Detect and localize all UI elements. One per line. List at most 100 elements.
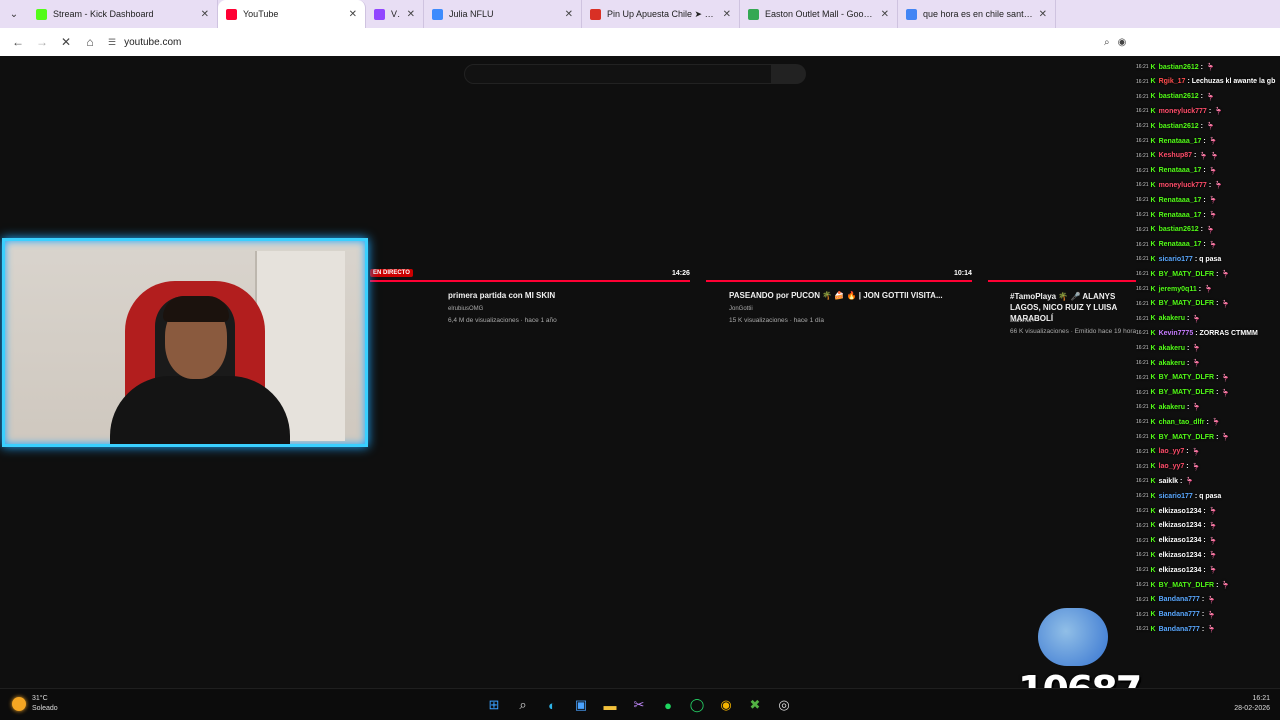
video-duration: 14:26 bbox=[672, 270, 690, 277]
back-icon[interactable]: ← bbox=[6, 30, 30, 54]
kick-badge-icon: K bbox=[1150, 389, 1156, 397]
chat-username[interactable]: Renataaa_17 bbox=[1159, 138, 1202, 145]
tab-close-icon[interactable]: ✕ bbox=[1039, 9, 1047, 20]
file-explorer-icon[interactable]: ▬ bbox=[598, 693, 622, 717]
browser-tab[interactable]: YouTube ✕ bbox=[218, 0, 366, 28]
tab-title: que hora es en chile santiago bbox=[923, 9, 1033, 19]
chat-time: 16:21 bbox=[1136, 138, 1149, 144]
system-clock[interactable]: 16:21 28-02-2026 bbox=[1234, 694, 1270, 714]
chat-time: 16:21 bbox=[1136, 596, 1149, 603]
chat-username[interactable]: akakeru bbox=[1159, 345, 1185, 352]
obs-icon[interactable]: ◎ bbox=[772, 693, 796, 717]
chat-username[interactable]: elkizaso1234 bbox=[1159, 508, 1202, 515]
chat-emote-icon: 🦩 bbox=[1221, 389, 1231, 397]
chat-username[interactable]: sicario177 bbox=[1159, 256, 1193, 263]
search-button[interactable] bbox=[772, 64, 806, 84]
windows-start-icon[interactable]: ⊞ bbox=[482, 693, 506, 717]
chat-username[interactable]: Renataaa_17 bbox=[1159, 212, 1202, 219]
tab-close-icon[interactable]: ✕ bbox=[565, 9, 573, 20]
whatsapp-icon[interactable]: ◯ bbox=[685, 693, 709, 717]
chat-username[interactable]: akakeru bbox=[1159, 315, 1185, 322]
tab-close-icon[interactable]: ✕ bbox=[201, 9, 209, 20]
forward-icon[interactable]: → bbox=[30, 30, 54, 54]
chat-username[interactable]: sicario177 bbox=[1159, 493, 1193, 500]
chat-username[interactable]: akakeru bbox=[1159, 360, 1185, 367]
chat-username[interactable]: akakeru bbox=[1159, 404, 1185, 411]
store-icon[interactable]: ▣ bbox=[569, 693, 593, 717]
tab-close-icon[interactable]: ✕ bbox=[407, 9, 415, 20]
xbox-icon[interactable]: ✖ bbox=[743, 693, 767, 717]
chat-username[interactable]: bastian2612 bbox=[1159, 93, 1199, 100]
tab-favicon-icon bbox=[226, 8, 237, 20]
video-channel[interactable]: LaJunta+ bbox=[1010, 318, 1035, 324]
chat-username[interactable]: Kevin7775 bbox=[1159, 330, 1194, 337]
search-input[interactable] bbox=[464, 64, 772, 84]
chat-username[interactable]: Bandana777 bbox=[1159, 596, 1200, 603]
chat-username[interactable]: bastian2612 bbox=[1159, 123, 1199, 130]
chat-username[interactable]: BY_MATY_DLFR bbox=[1159, 271, 1214, 278]
browser-tab[interactable]: Stream - Kick Dashboard ✕ bbox=[28, 0, 218, 28]
spotify-icon[interactable]: ● bbox=[656, 693, 680, 717]
chrome-icon[interactable]: ◉ bbox=[714, 693, 738, 717]
kick-badge-icon: K bbox=[1150, 270, 1156, 278]
chat-username[interactable]: bastian2612 bbox=[1159, 226, 1199, 233]
video-channel[interactable]: JonGottii bbox=[729, 306, 753, 312]
chat-username[interactable]: BY_MATY_DLFR bbox=[1159, 300, 1214, 307]
tab-close-icon[interactable]: ✕ bbox=[723, 9, 731, 20]
tab-close-icon[interactable]: ✕ bbox=[349, 9, 357, 20]
chat-username[interactable]: Keshup87 bbox=[1159, 152, 1192, 159]
chat-message: 16:21 Kbastian2612: 🦩 bbox=[1136, 90, 1215, 104]
tab-title: Easton Outlet Mall - Google M bbox=[765, 9, 875, 19]
kick-badge-icon: K bbox=[1150, 359, 1156, 367]
chat-username[interactable]: moneyluck777 bbox=[1159, 108, 1207, 115]
browser-tab[interactable]: Julia NFLU ✕ bbox=[424, 0, 582, 28]
home-icon[interactable]: ⌂ bbox=[78, 30, 102, 54]
weather-widget[interactable]: 31°C Soleado bbox=[12, 694, 58, 714]
kick-badge-icon: K bbox=[1150, 566, 1156, 574]
chat-username[interactable]: chan_tao_dlfr bbox=[1159, 419, 1205, 426]
search-icon[interactable]: ⌕ bbox=[511, 693, 535, 717]
tab-favicon-icon bbox=[374, 8, 385, 20]
chat-username[interactable]: Renataaa_17 bbox=[1159, 241, 1202, 248]
edge-icon[interactable]: ◐ bbox=[540, 693, 564, 717]
chat-username[interactable]: Renataaa_17 bbox=[1159, 197, 1202, 204]
tab-close-icon[interactable]: ✕ bbox=[881, 9, 889, 20]
snipping-tool-icon[interactable]: ✂ bbox=[627, 693, 651, 717]
video-title[interactable]: PASEANDO por PUCON 🌴 🍰 🔥 | JON GOTTII VI… bbox=[729, 291, 943, 300]
site-info-icon[interactable]: ☰ bbox=[108, 37, 116, 48]
chat-username[interactable]: jeremy0q11 bbox=[1159, 286, 1197, 293]
video-channel[interactable]: elrubiusOMG bbox=[448, 306, 483, 312]
chat-username[interactable]: Bandana777 bbox=[1159, 626, 1200, 633]
chat-username[interactable]: elkizaso1234 bbox=[1159, 552, 1202, 559]
chat-username[interactable]: elkizaso1234 bbox=[1159, 567, 1202, 574]
chat-time: 16:21 bbox=[1136, 78, 1149, 85]
browser-tab[interactable]: que hora es en chile santiago ✕ bbox=[898, 0, 1056, 28]
tab-strip: ⌄ Stream - Kick Dashboard✕YouTube✕VOD on… bbox=[0, 0, 1280, 28]
browser-tab[interactable]: VOD on ✕ bbox=[366, 0, 424, 28]
chat-username[interactable]: moneyluck777 bbox=[1159, 182, 1207, 189]
chat-username[interactable]: Rgik_17 bbox=[1159, 78, 1186, 85]
stop-loading-icon[interactable]: ✕ bbox=[54, 30, 78, 54]
chat-emote-icon: 🦩 bbox=[1208, 167, 1218, 175]
chat-username[interactable]: BY_MATY_DLFR bbox=[1159, 434, 1214, 441]
chat-username[interactable]: Bandana777 bbox=[1159, 611, 1200, 618]
chat-time: 16:21 bbox=[1136, 256, 1149, 263]
address-bar[interactable]: ☰ youtube.com bbox=[108, 32, 1098, 52]
chat-username[interactable]: bastian2612 bbox=[1159, 64, 1199, 71]
chat-username[interactable]: BY_MATY_DLFR bbox=[1159, 582, 1214, 589]
browser-tab[interactable]: Easton Outlet Mall - Google M ✕ bbox=[740, 0, 898, 28]
zoom-icon[interactable]: ⌕ bbox=[1104, 37, 1110, 48]
video-title[interactable]: primera partida con MI SKIN bbox=[448, 291, 555, 300]
chat-username[interactable]: lao_yy7 bbox=[1159, 448, 1185, 455]
incognito-icon[interactable]: ◉ bbox=[1118, 37, 1127, 48]
chat-username[interactable]: lao_yy7 bbox=[1159, 463, 1185, 470]
chat-username[interactable]: elkizaso1234 bbox=[1159, 537, 1202, 544]
browser-tab[interactable]: Pin Up Apuesta Chile ➤ Libro ✕ bbox=[582, 0, 740, 28]
chat-username[interactable]: BY_MATY_DLFR bbox=[1159, 389, 1214, 396]
chat-username[interactable]: elkizaso1234 bbox=[1159, 522, 1202, 529]
chat-username[interactable]: BY_MATY_DLFR bbox=[1159, 374, 1214, 381]
tab-search-icon[interactable]: ⌄ bbox=[0, 0, 28, 28]
chat-username[interactable]: saiklk bbox=[1159, 478, 1178, 485]
chat-username[interactable]: Renataaa_17 bbox=[1159, 167, 1202, 174]
chat-emote-icon: 🦩 bbox=[1214, 182, 1223, 190]
